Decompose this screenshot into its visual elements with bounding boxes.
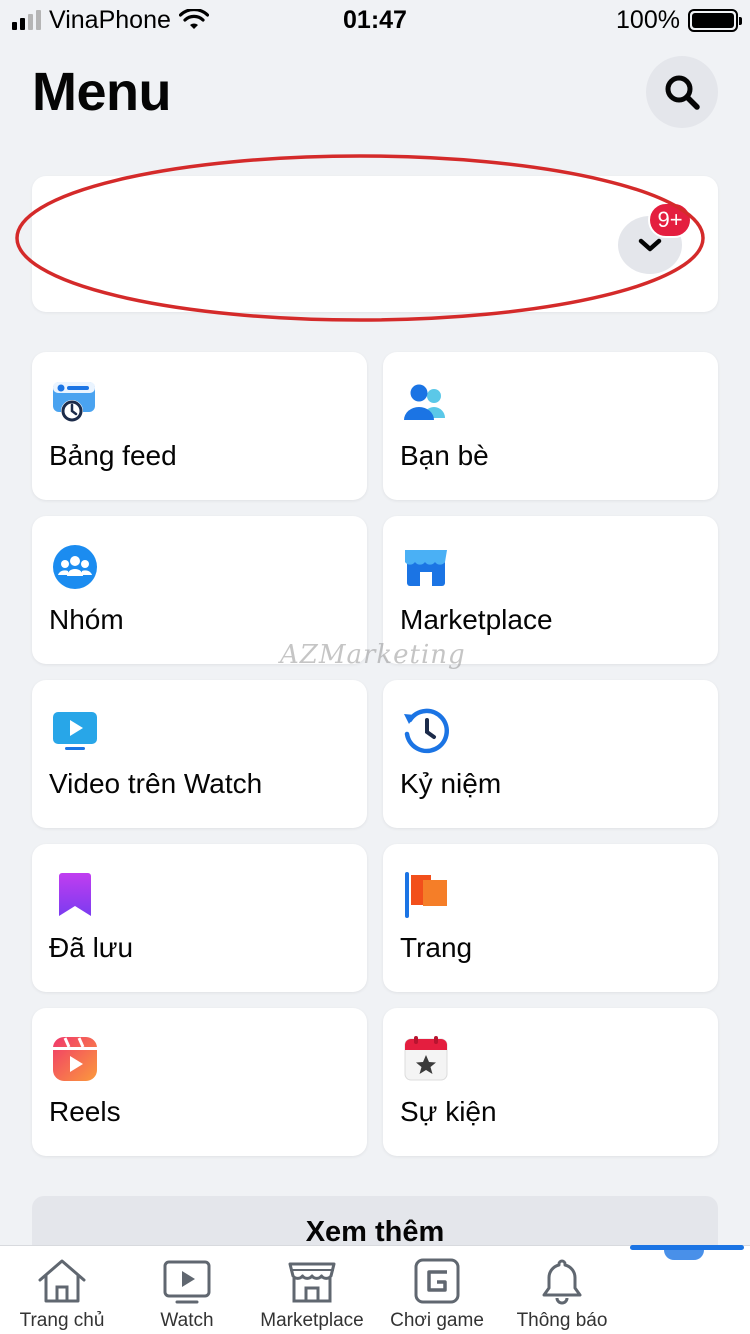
shortcut-feed[interactable]: Bảng feed — [32, 352, 367, 500]
tile-label: Sự kiện — [400, 1096, 497, 1127]
status-time: 01:47 — [343, 5, 407, 34]
search-icon — [665, 75, 700, 110]
tile-label: Kỷ niệm — [400, 768, 502, 799]
bottom-nav: Trang chủ Watch Marketplace Chơi game Th… — [0, 1245, 750, 1334]
profile-card[interactable]: 9+ — [32, 176, 718, 312]
reels-icon — [53, 1037, 97, 1081]
marketplace-icon — [405, 550, 447, 586]
tile-label: Trang — [400, 932, 473, 963]
gaming-icon — [414, 1258, 460, 1304]
nav-label: Marketplace — [260, 1310, 364, 1331]
tile-label: Bảng feed — [49, 440, 177, 471]
status-bar: VinaPhone 01:47 100% — [0, 0, 750, 40]
notification-badge: 9+ — [648, 202, 692, 238]
tile-label: Nhóm — [49, 604, 124, 635]
nav-gaming[interactable]: Chơi game — [386, 1246, 488, 1334]
bell-icon — [542, 1259, 582, 1305]
memories-icon — [404, 708, 449, 754]
nav-home[interactable]: Trang chủ — [14, 1246, 110, 1334]
status-left: VinaPhone — [12, 6, 272, 35]
watch-icon — [163, 1260, 211, 1304]
tile-label: Đã lưu — [49, 932, 134, 963]
shortcut-saved[interactable]: Đã lưu — [32, 844, 367, 992]
feed-icon — [53, 382, 95, 422]
watermark-logo: AZMarketing — [280, 640, 466, 670]
home-icon — [38, 1259, 86, 1303]
nav-watch[interactable]: Watch — [144, 1246, 230, 1334]
nav-label: Trang chủ — [19, 1310, 105, 1331]
groups-icon — [53, 545, 97, 589]
nav-marketplace[interactable]: Marketplace — [254, 1246, 370, 1334]
nav-label: Chơi game — [390, 1310, 484, 1331]
tile-label: Marketplace — [400, 604, 553, 635]
friends-icon — [404, 384, 445, 420]
battery-percent: 100% — [616, 5, 680, 34]
profile-avatar-peek — [664, 1250, 704, 1260]
chevron-down-icon — [638, 238, 662, 252]
shortcut-reels[interactable]: Reels — [32, 1008, 367, 1156]
events-icon — [404, 1036, 448, 1081]
shortcut-watch-video[interactable]: Video trên Watch — [32, 680, 367, 828]
watch-video-icon — [53, 712, 97, 750]
nav-notifications[interactable]: Thông báo — [510, 1246, 614, 1334]
shortcut-pages[interactable]: Trang — [383, 844, 718, 992]
shortcut-memories[interactable]: Kỷ niệm — [383, 680, 718, 828]
search-button[interactable] — [646, 56, 718, 128]
shortcut-grid: Bảng feed Bạn bè Nhóm Marketplace Video … — [32, 352, 718, 1156]
pages-flag-icon — [405, 872, 447, 918]
status-right: 100% — [478, 5, 742, 35]
shortcut-events[interactable]: Sự kiện — [383, 1008, 718, 1156]
menu-header: Menu — [32, 56, 718, 128]
marketplace-icon — [288, 1262, 336, 1303]
wifi-icon — [178, 9, 209, 29]
page-title: Menu — [32, 62, 172, 122]
battery-icon — [687, 8, 742, 32]
tile-label: Video trên Watch — [49, 768, 263, 799]
nav-label: Thông báo — [516, 1310, 608, 1331]
tile-label: Reels — [49, 1096, 121, 1127]
saved-icon — [59, 873, 91, 916]
shortcut-friends[interactable]: Bạn bè — [383, 352, 718, 500]
carrier-name: VinaPhone — [49, 5, 171, 34]
tile-label: Bạn bè — [400, 440, 489, 471]
nav-label: Watch — [160, 1310, 214, 1331]
signal-icon — [12, 10, 41, 30]
